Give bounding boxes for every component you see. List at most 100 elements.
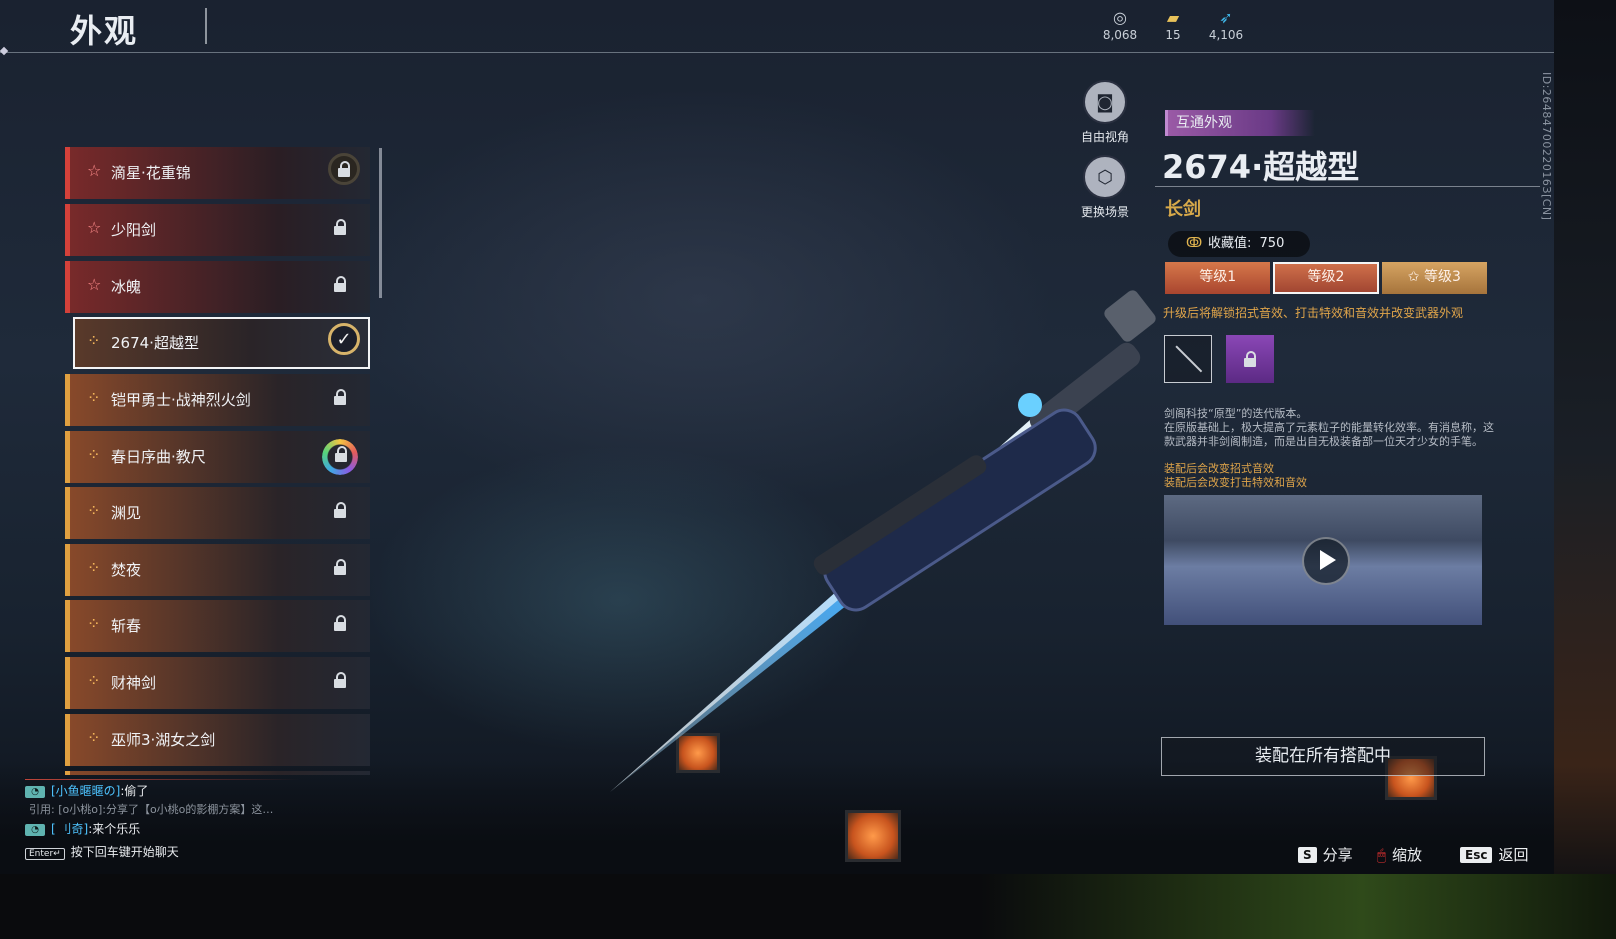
empty-slash-icon: [1175, 345, 1203, 373]
description-line: 剑阁科技“原型”的迭代版本。: [1164, 407, 1308, 420]
lock-badge-icon: [328, 153, 360, 185]
currency-ticket: ▰ 15: [1143, 8, 1203, 42]
rarity-bar: [65, 147, 70, 199]
skin-name: 春日序曲·教尺: [111, 448, 206, 466]
grass-background: [980, 874, 1616, 939]
level-tabs: 等级1 等级2 ✩ 等级3: [1165, 262, 1487, 294]
back-hint[interactable]: Esc 返回: [1460, 844, 1528, 865]
s-key-icon: S: [1298, 846, 1317, 863]
play-icon[interactable]: [1302, 537, 1350, 585]
rank-icon: ⁘: [87, 728, 101, 747]
skin-name: 渊见: [111, 504, 142, 522]
lock-icon: [1244, 351, 1256, 367]
rarity-bar: [65, 544, 70, 596]
skin-item[interactable]: ⁘ 渊见: [65, 487, 370, 539]
skin-item-selected[interactable]: ⁘ 2674·超越型 ✓: [73, 317, 370, 369]
free-camera-button[interactable]: ◙ 自由视角: [1065, 80, 1145, 145]
rank-icon: ⁘: [87, 614, 101, 633]
ticket-icon: ▰: [1166, 8, 1180, 27]
player-id: ID:2648470022016З[CN]: [1540, 72, 1553, 221]
skin-title: 2674·超越型: [1162, 148, 1360, 186]
chat-sender[interactable]: [ 刂奇]: [51, 822, 88, 836]
rarity-bar: [65, 657, 70, 709]
skin-item[interactable]: ⁘ 财神剑: [65, 657, 370, 709]
skin-name: 焚夜: [111, 561, 142, 579]
collection-value: 750: [1259, 236, 1285, 251]
chat-divider: [25, 779, 300, 780]
scene-cube-icon: ⬡: [1083, 155, 1127, 199]
lock-icon: [334, 559, 348, 577]
zoom-hint[interactable]: 🖱 缩放: [1377, 844, 1422, 865]
rank-icon: ⁘: [87, 501, 101, 520]
currency-coin-value: 8,068: [1102, 28, 1138, 42]
enter-key-icon: Enter↵: [25, 848, 65, 860]
title-separator: [205, 8, 207, 44]
skin-item[interactable]: ☆ 少阳剑: [65, 204, 370, 256]
description-line: 在原版基础上，极大提高了元素粒子的能量转化效率。有消息称，这: [1164, 421, 1494, 434]
skin-name: 财神剑: [111, 674, 157, 692]
skin-item[interactable]: ⁘ 斩春: [65, 600, 370, 652]
locked-slot[interactable]: [1226, 335, 1274, 383]
top-bar: 外观 ◎ 8,068 ▰ 15 ➶ 4,106: [0, 0, 1554, 56]
rank-icon: ⁘: [87, 445, 101, 464]
skin-name: 少阳剑: [111, 221, 157, 239]
star-icon: ✩: [1407, 269, 1424, 285]
chat-quote: 引用: [o小桃o]:分享了【o小桃o的影棚方案】这…: [25, 801, 273, 820]
lock-icon: [334, 389, 348, 407]
equip-effects: 装配后会改变招式音效 装配后会改变打击特效和音效: [1164, 462, 1307, 490]
skin-item[interactable]: ☆ 冰魄: [65, 261, 370, 313]
skin-name: 斩春: [111, 617, 142, 635]
preview-video[interactable]: [1164, 495, 1482, 625]
skin-name: 铠甲勇士·战神烈火剑: [111, 391, 251, 409]
rank-icon: ⁘: [87, 388, 101, 407]
skin-list[interactable]: ☆ 滴星·花重锦 ☆ 少阳剑 ☆ 冰魄 ⁘ 2674·超越型 ✓ ⁘ 铠甲勇士·…: [65, 145, 375, 775]
skin-name: 冰魄: [111, 278, 142, 296]
skin-item[interactable]: ⁘ 焚夜: [65, 544, 370, 596]
chat-sender[interactable]: [小鱼暱暱の]: [51, 784, 120, 798]
free-camera-label: 自由视角: [1080, 130, 1129, 144]
chat-message: ◔ [ 刂奇]:来个乐乐: [25, 820, 273, 839]
list-scrollbar[interactable]: [379, 148, 382, 298]
tab-level-1[interactable]: 等级1: [1165, 262, 1271, 294]
skin-item[interactable]: ⁘ 春日序曲·教尺: [65, 431, 370, 483]
lock-icon: [334, 672, 348, 690]
collection-label: 收藏值:: [1208, 236, 1252, 251]
rarity-bar: [65, 261, 70, 313]
chat-quote-text: 引用: [o小桃o]:分享了【o小桃o的影棚方案】这…: [29, 803, 274, 816]
camera-icon: ◙: [1083, 80, 1127, 124]
chat-input-hint[interactable]: Enter↵ 按下回车键开始聊天: [25, 843, 273, 862]
weapon-type: 长剑: [1165, 199, 1201, 220]
collection-icon: ↂ: [1186, 236, 1203, 251]
tab-level-3-label: 等级3: [1423, 269, 1461, 285]
skin-item[interactable]: ☆ 滴星·花重锦: [65, 147, 370, 199]
equip-all-button[interactable]: 装配在所有搭配中: [1161, 737, 1485, 776]
rarity-bar: [65, 487, 70, 539]
tab-level-2[interactable]: 等级2: [1273, 262, 1379, 294]
floating-lantern: [845, 810, 901, 862]
empty-slot[interactable]: [1164, 335, 1212, 383]
chat-panel[interactable]: ◔ [小鱼暱暱の]:偷了 引用: [o小桃o]:分享了【o小桃o的影棚方案】这… …: [25, 782, 273, 862]
feather-icon: ➶: [1219, 8, 1233, 27]
change-scene-label: 更换场景: [1080, 205, 1129, 219]
skin-item[interactable]: ⁘ 铠甲勇士·战神烈火剑: [65, 374, 370, 426]
tab-level-3[interactable]: ✩ 等级3: [1381, 262, 1487, 294]
share-label: 分享: [1322, 846, 1353, 864]
effect-line: 装配后会改变打击特效和音效: [1164, 476, 1307, 489]
rarity-bar: [65, 714, 70, 766]
sword-model[interactable]: [600, 280, 1200, 800]
lock-icon: [334, 276, 348, 294]
chat-text: :来个乐乐: [88, 822, 141, 836]
skin-item-partial[interactable]: [65, 771, 370, 775]
effect-line: 装配后会改变招式音效: [1164, 462, 1274, 475]
lock-icon: [335, 446, 347, 462]
back-label: 返回: [1498, 846, 1529, 864]
rank-icon: ⁘: [87, 558, 101, 577]
skin-item[interactable]: ⁘ 巫师3·湖女之剑: [65, 714, 370, 766]
currency-coin: ◎ 8,068: [1090, 8, 1150, 42]
change-scene-button[interactable]: ⬡ 更换场景: [1065, 155, 1145, 220]
star-icon: ☆: [87, 218, 102, 237]
rarity-bar: [65, 374, 70, 426]
rank-icon: ⁘: [87, 331, 101, 350]
share-hint[interactable]: S 分享: [1298, 844, 1353, 865]
lock-icon: [334, 615, 348, 633]
